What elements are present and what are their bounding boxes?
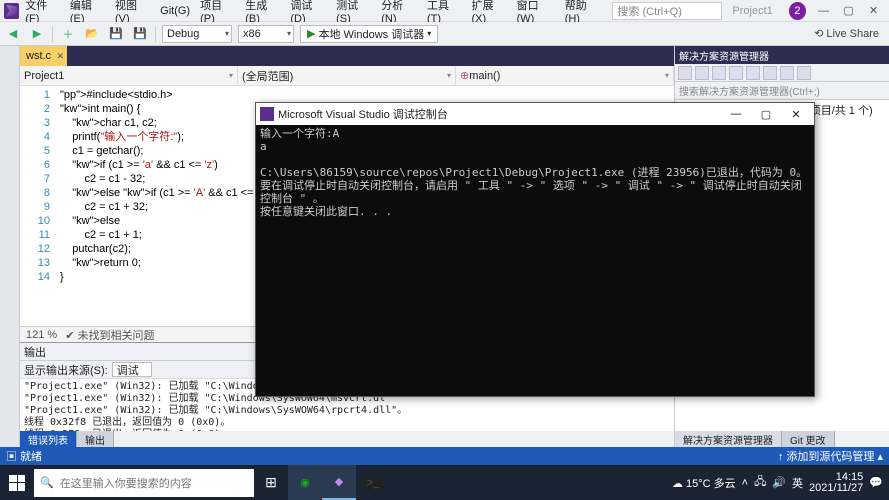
tray-network-icon[interactable]: 🖧 [754,473,766,492]
add-to-source-control[interactable]: ↑ 添加到源代码管理 ▴ [778,448,883,464]
tab-solution-explorer[interactable]: 解决方案资源管理器 [675,431,782,447]
save-all-icon[interactable]: 💾 [131,25,149,43]
vs-logo-icon [4,3,19,19]
menu-bar: 文件(F) 编辑(E) 视图(V) Git(G) 项目(P) 生成(B) 调试(… [0,0,889,22]
tray-ime-icon[interactable]: 英 [792,475,803,491]
type-combo[interactable]: (全局范围)▾ [238,66,456,85]
tray-chevron-icon[interactable]: ˄ [742,477,748,489]
taskbar-clock[interactable]: 14:152021/11/27 [809,472,863,494]
status-ready: ▣ 就绪 [6,448,42,464]
nav-back-icon[interactable]: ◀ [4,25,22,43]
taskbar-app-vs[interactable]: ◆ [322,465,356,500]
sln-wrench-icon[interactable] [797,66,811,80]
nav-fwd-icon[interactable]: ▶ [28,25,46,43]
open-icon[interactable]: 📂 [83,25,101,43]
tab-output[interactable]: 输出 [77,431,114,447]
func-icon: ⊕ [460,69,469,82]
minimize-button[interactable]: — [812,1,835,21]
play-icon: ▶ [307,27,315,40]
line-numbers: 1234567891011121314 [20,86,56,326]
menu-git[interactable]: Git(G) [156,3,194,19]
weather-widget[interactable]: ☁ 15°C 多云 [672,475,736,491]
taskbar-app-terminal[interactable]: >_ [356,465,390,500]
console-maximize[interactable]: ▢ [752,105,780,123]
global-search-input[interactable]: 搜索 (Ctrl+Q) [612,2,722,20]
platform-dropdown[interactable]: x86▾ [238,25,294,43]
windows-taskbar: 🔍在这里输入你要搜索的内容 ⊞ ◉ ◆ >_ ☁ 15°C 多云 ˄ 🖧 🔊 英… [0,465,889,500]
editor-tabstrip: wst.c✕ [20,46,674,66]
tab-error-list[interactable]: 错误列表 [20,431,77,447]
member-combo[interactable]: ⊕ main()▾ [456,66,674,85]
solution-toolbar [675,64,889,82]
live-share-button[interactable]: ⟲Live Share [808,27,885,40]
search-icon: 🔍 [40,476,54,489]
left-tool-gutter[interactable] [0,46,20,447]
issues-indicator[interactable]: ✔ 未找到相关问题 [65,327,154,343]
output-source-label: 显示输出来源(S): [24,362,108,378]
account-avatar[interactable]: 2 [789,2,806,20]
console-output[interactable]: 输入一个字符:A a C:\Users\86159\source\repos\P… [256,125,814,396]
start-button[interactable] [0,465,34,500]
taskbar-app-wechat[interactable]: ◉ [288,465,322,500]
zoom-level[interactable]: 121 % [26,329,57,341]
sln-home-icon[interactable] [678,66,692,80]
debug-console-window: Microsoft Visual Studio 调试控制台 — ▢ ✕ 输入一个… [255,102,815,397]
scope-combo[interactable]: Project1▾ [20,66,238,85]
new-item-icon[interactable]: ＋ [59,25,77,43]
console-title: Microsoft Visual Studio 调试控制台 [278,106,448,122]
notifications-icon[interactable]: 💬 [869,476,883,489]
console-close[interactable]: ✕ [782,105,810,123]
file-tab-wst[interactable]: wst.c✕ [20,46,67,66]
liveshare-icon: ⟲ [814,27,823,40]
solution-explorer-title: 解决方案资源管理器 [675,46,889,64]
save-icon[interactable]: 💾 [107,25,125,43]
solution-search-input[interactable]: 搜索解决方案资源管理器(Ctrl+;) [675,82,889,100]
close-button[interactable]: ✕ [862,1,885,21]
start-debug-button[interactable]: ▶本地 Windows 调试器▾ [300,25,438,43]
maximize-button[interactable]: ▢ [837,1,860,21]
windows-logo-icon [9,475,25,491]
console-icon [260,107,274,121]
task-view-icon[interactable]: ⊞ [254,465,288,500]
taskbar-search-input[interactable]: 🔍在这里输入你要搜索的内容 [34,469,254,497]
tray-volume-icon[interactable]: 🔊 [772,476,786,489]
console-minimize[interactable]: — [722,105,750,123]
output-source-dropdown[interactable]: 调试 [112,362,152,377]
config-dropdown[interactable]: Debug▾ [162,25,232,43]
solution-name[interactable]: Project1 [724,3,780,19]
main-toolbar: ◀ ▶ ＋ 📂 💾 💾 Debug▾ x86▾ ▶本地 Windows 调试器▾… [0,22,889,46]
status-bar: ▣ 就绪 ↑ 添加到源代码管理 ▴ [0,447,889,465]
tab-git-changes[interactable]: Git 更改 [782,431,835,447]
close-tab-icon[interactable]: ✕ [57,51,65,62]
